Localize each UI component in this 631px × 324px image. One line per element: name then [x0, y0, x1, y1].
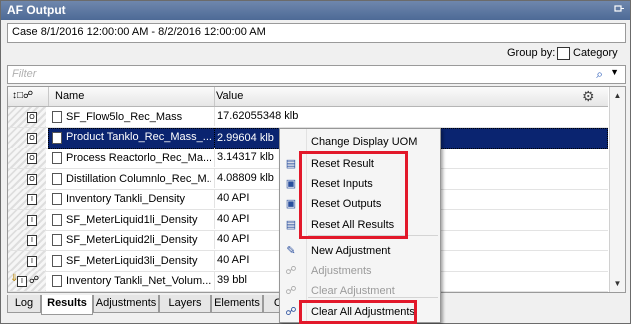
attribute-icon — [52, 254, 62, 267]
row-icon-cell: ⇓ I ☍ — [8, 271, 46, 291]
adjusted-icon: ☍ — [29, 275, 40, 286]
tab-log[interactable]: Log — [7, 295, 41, 313]
window-title: AF Output — [7, 3, 66, 17]
category-checkbox[interactable] — [557, 47, 570, 60]
input-icon: I — [27, 214, 37, 226]
menu-separator — [308, 297, 438, 298]
attribute-icon — [52, 152, 62, 164]
category-label: Category — [573, 47, 618, 59]
row-name: Inventory Tankli_Net_Volum... — [66, 275, 211, 287]
header-icons[interactable]: ↕□☍ — [12, 90, 33, 101]
scroll-down-icon[interactable]: ▼ — [611, 277, 624, 290]
filter-placeholder: Filter — [12, 68, 37, 80]
menu-item-label: New Adjustment — [311, 245, 391, 257]
title-bar: AF Output — [1, 1, 630, 20]
row-value: 17.62055348 klb — [214, 107, 607, 126]
output-icon: O — [27, 153, 37, 164]
input-icon: I — [27, 194, 37, 205]
chevron-down-icon[interactable]: ▼ — [610, 67, 619, 77]
reset-outputs-icon: ▣ — [285, 198, 297, 210]
attribute-icon — [52, 275, 62, 287]
output-icon: O — [27, 173, 37, 185]
menu-item-label: Change Display UOM — [311, 136, 418, 148]
tab-layers[interactable]: Layers — [159, 295, 211, 313]
search-icon[interactable]: ⌕ — [596, 67, 603, 82]
menu-item-label: Clear Adjustment — [311, 285, 395, 297]
menu-item-label: Adjustments — [311, 265, 372, 277]
adjustments-icon: ☍ — [285, 265, 297, 277]
scroll-up-icon[interactable]: ▲ — [611, 89, 624, 102]
pin-icon[interactable] — [614, 4, 624, 14]
input-icon: I — [17, 276, 27, 287]
input-icon: I — [27, 235, 37, 246]
tab-results[interactable]: Results — [41, 295, 93, 315]
row-icon-cell: O — [8, 148, 46, 168]
tab-adjustments[interactable]: Adjustments — [93, 295, 159, 313]
case-range-bar: Case 8/1/2016 12:00:00 AM - 8/2/2016 12:… — [7, 23, 626, 43]
highlight-clear-all — [299, 300, 417, 324]
tab-strip: LogResultsAdjustmentsLayersElementsCon — [7, 295, 307, 315]
filter-input[interactable]: Filter ⌕ ▼ — [7, 65, 626, 84]
attribute-icon — [52, 111, 62, 123]
menu-item-clear-adjustment: ☍ Clear Adjustment — [280, 281, 440, 301]
reset-inputs-icon: ▣ — [285, 178, 297, 190]
reset-all-icon: ▤ — [285, 219, 297, 231]
row-name: Distillation Columnlo_Rec_M... — [66, 172, 211, 185]
new-adjustment-icon: ✎ — [286, 245, 296, 257]
reset-result-icon: ▤ — [285, 158, 297, 170]
column-divider[interactable] — [214, 87, 215, 106]
menu-item-change-display-uom[interactable]: Change Display UOM — [280, 132, 440, 152]
row-icon-cell: I — [8, 250, 46, 271]
clear-all-adjustments-icon: ☍ — [285, 306, 297, 318]
attribute-icon — [52, 213, 62, 226]
menu-item-adjustments: ☍ Adjustments — [280, 261, 440, 281]
column-header-name[interactable]: Name — [55, 90, 84, 102]
row-name: SF_MeterLiquid3li_Density — [66, 254, 198, 267]
attribute-icon — [52, 234, 62, 246]
highlight-reset-group — [299, 151, 408, 239]
row-icon-cell: I — [8, 209, 46, 230]
group-by-label: Group by: — [507, 47, 556, 59]
attribute-icon — [52, 172, 62, 185]
column-header-value[interactable]: Value — [216, 90, 243, 102]
row-icon-cell: O — [8, 168, 46, 189]
clear-adjustment-icon: ☍ — [285, 285, 297, 297]
row-icon-cell: O — [8, 127, 46, 148]
output-icon: O — [27, 112, 37, 123]
grid-header: ↕□☍ Name Value ⚙ — [8, 87, 608, 107]
output-icon: O — [27, 132, 37, 144]
column-divider[interactable] — [48, 87, 49, 106]
input-icon: I — [27, 255, 37, 267]
table-row[interactable]: O SF_Flow5lo_Rec_Mass 17.62055348 klb — [8, 107, 608, 128]
attribute-icon — [52, 131, 62, 144]
row-name: Inventory Tankli_Density — [66, 193, 186, 205]
attribute-icon — [52, 193, 62, 205]
vertical-scrollbar[interactable]: ▲ ▼ — [609, 87, 625, 292]
case-range-text: Case 8/1/2016 12:00:00 AM - 8/2/2016 12:… — [12, 26, 266, 38]
column-chooser-gear-icon[interactable]: ⚙ — [582, 88, 595, 105]
menu-item-new-adjustment[interactable]: ✎ New Adjustment — [280, 241, 440, 261]
row-icon-cell: O — [8, 107, 46, 127]
row-icon-cell: I — [8, 230, 46, 250]
row-name: Process Reactorlo_Rec_Ma... — [66, 152, 211, 164]
row-name: SF_Flow5lo_Rec_Mass — [66, 111, 183, 123]
row-name: SF_MeterLiquid2li_Density — [66, 234, 198, 246]
tab-elements[interactable]: Elements — [211, 295, 263, 313]
group-by: Group by: Category — [507, 47, 618, 60]
row-icon-cell: I — [8, 189, 46, 209]
row-name: SF_MeterLiquid1li_Density — [66, 213, 198, 226]
row-name: Product Tanklo_Rec_Mass_... — [66, 130, 212, 143]
